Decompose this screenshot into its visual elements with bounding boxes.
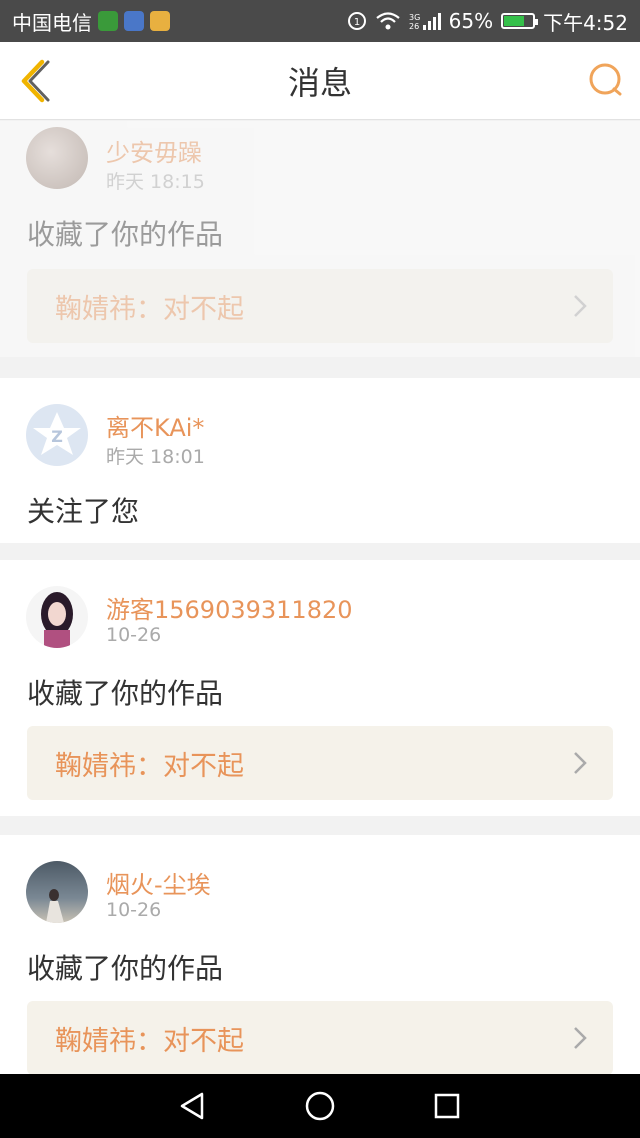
battery-icon	[501, 13, 539, 29]
search-icon[interactable]	[586, 60, 626, 100]
avatar[interactable]	[26, 127, 88, 189]
data-saver-icon: 1	[347, 12, 366, 30]
message-username[interactable]: 游客1569039311820	[106, 590, 353, 625]
nav-back-icon	[181, 1092, 204, 1120]
quoted-work-title: 鞠婧祎：对不起	[55, 293, 244, 325]
nav-recent-icon	[434, 1093, 459, 1119]
avatar[interactable]	[26, 861, 88, 923]
message-action: 收藏了你的作品	[27, 218, 224, 251]
wifi-icon	[375, 12, 400, 30]
default-avatar-icon: Z	[33, 412, 81, 455]
message-time: 10-26	[106, 624, 162, 646]
message-card[interactable]: 游客1569039311820 10-26 收藏了你的作品 鞠婧祎：对不起	[0, 560, 640, 816]
message-time: 10-26	[106, 899, 162, 921]
weibo-notification-icon	[150, 11, 170, 31]
app-notification-icon	[98, 11, 118, 31]
clock: 下午4:52	[543, 10, 628, 35]
nav-home-button[interactable]	[300, 1086, 340, 1126]
quoted-work[interactable]: 鞠婧祎：对不起	[27, 1001, 613, 1074]
avatar[interactable]	[26, 586, 88, 648]
svg-text:3G: 3G	[409, 13, 420, 22]
nav-recent-button[interactable]	[427, 1086, 467, 1126]
avatar-image	[46, 889, 64, 923]
message-username[interactable]: 烟火-尘埃	[106, 865, 211, 900]
avatar-image	[41, 592, 73, 648]
quoted-work[interactable]: 鞠婧祎：对不起	[27, 269, 613, 343]
svg-text:26: 26	[409, 22, 419, 31]
message-username[interactable]: 离不KAi*	[106, 408, 204, 443]
carrier-label: 中国电信	[12, 10, 92, 35]
battery-percent: 65%	[448, 9, 494, 33]
chevron-right-icon	[574, 1027, 587, 1049]
message-action: 收藏了你的作品	[27, 952, 224, 985]
status-bar: 中国电信 1 3G 26 65% 下午4:52	[0, 0, 640, 42]
quoted-work[interactable]: 鞠婧祎：对不起	[27, 726, 613, 800]
avatar[interactable]: Z	[26, 404, 88, 466]
chevron-right-icon	[574, 752, 587, 774]
header-bar: 消息	[0, 42, 640, 120]
quoted-work-title: 鞠婧祎：对不起	[55, 1025, 244, 1057]
svg-text:1: 1	[353, 17, 359, 28]
message-username[interactable]: 少安毋躁	[106, 133, 202, 168]
message-action: 关注了您	[27, 495, 140, 528]
message-time: 昨天 18:01	[106, 446, 205, 468]
message-card[interactable]: 少安毋躁 昨天 18:15 收藏了你的作品 鞠婧祎：对不起	[0, 121, 640, 357]
svg-text:Z: Z	[51, 427, 63, 446]
nav-back-button[interactable]	[173, 1086, 213, 1126]
music-notification-icon	[124, 11, 144, 31]
page-title: 消息	[287, 63, 352, 102]
message-list[interactable]: 少安毋躁 昨天 18:15 收藏了你的作品 鞠婧祎：对不起 Z 离不KAi* 昨…	[0, 121, 640, 1074]
chevron-right-icon	[574, 295, 587, 317]
signal-icon: 3G26	[409, 13, 441, 31]
message-time: 昨天 18:15	[106, 171, 205, 193]
back-chevron-icon[interactable]	[12, 58, 58, 104]
message-action: 收藏了你的作品	[27, 677, 224, 710]
system-nav-bar	[0, 1074, 640, 1138]
message-card[interactable]: 烟火-尘埃 10-26 收藏了你的作品 鞠婧祎：对不起	[0, 835, 640, 1074]
quoted-work-title: 鞠婧祎：对不起	[55, 750, 244, 782]
nav-home-icon	[305, 1091, 335, 1121]
message-card[interactable]: Z 离不KAi* 昨天 18:01 关注了您	[0, 378, 640, 543]
